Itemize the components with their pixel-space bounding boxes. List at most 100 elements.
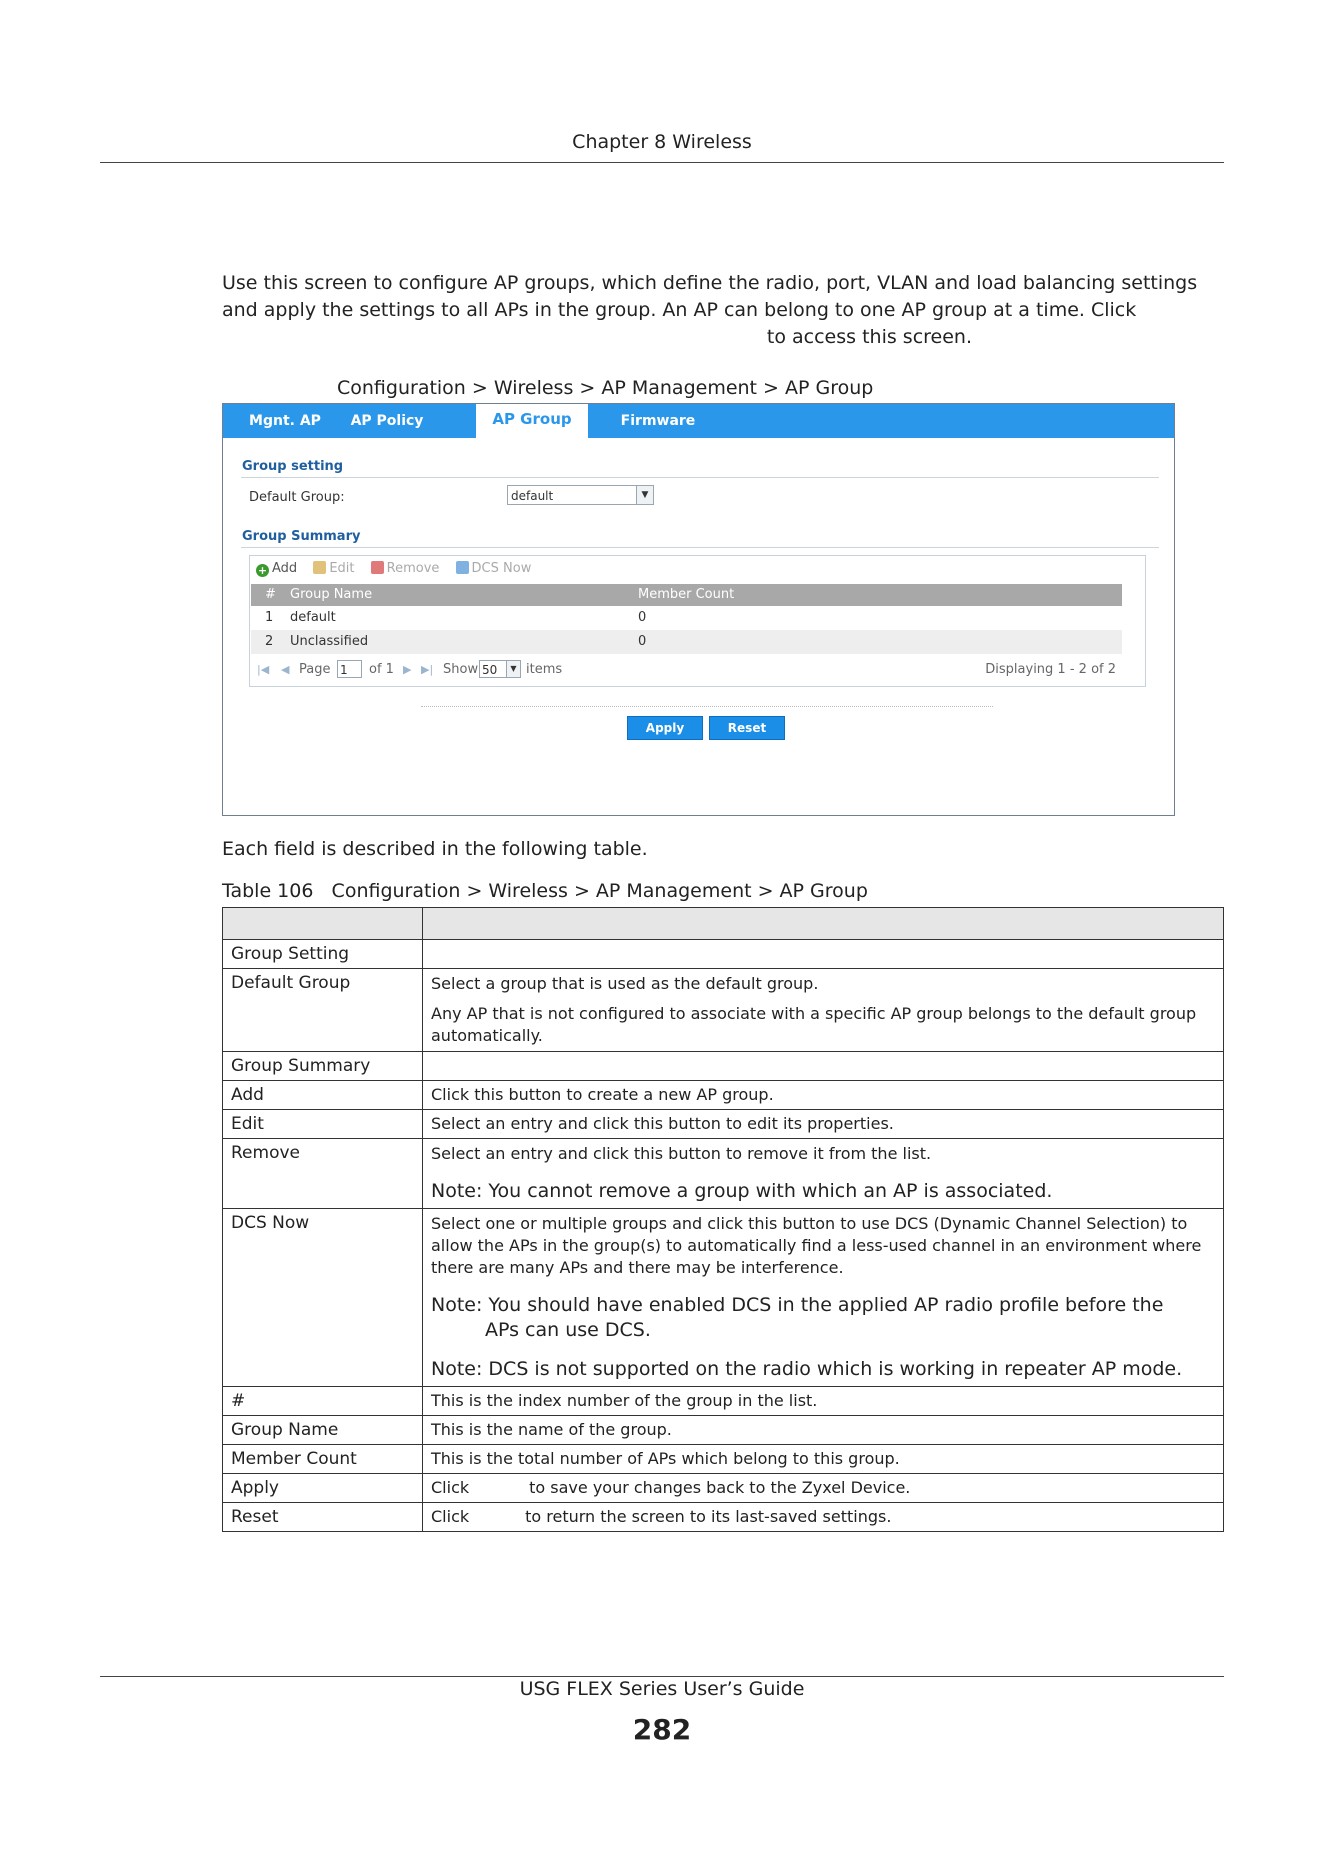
tab-ap-policy[interactable]: AP Policy xyxy=(343,404,431,438)
description-text: Select a group that is used as the defau… xyxy=(431,974,819,993)
table-row: DCS Now Select one or multiple groups an… xyxy=(222,1208,1224,1387)
ap-group-screenshot: Mgnt. AP List AP Policy AP Group Firmwar… xyxy=(222,403,1175,816)
column-header-member-count[interactable]: Member Count xyxy=(638,584,734,606)
field-label: Add xyxy=(222,1080,423,1110)
field-description-table: Group Setting Default Group Select a gro… xyxy=(222,907,1224,1532)
description-text: Click xyxy=(431,1507,470,1526)
table-intro: Each field is described in the following… xyxy=(222,838,648,860)
field-label: Group Summary xyxy=(222,1051,423,1081)
field-description xyxy=(422,1051,1224,1081)
remove-label: Remove xyxy=(386,561,440,576)
chapter-header: Chapter 8 Wireless xyxy=(572,131,752,153)
default-group-value: default xyxy=(511,489,554,503)
default-group-select[interactable]: default ▼ xyxy=(507,485,654,505)
dcs-now-label: DCS Now xyxy=(471,561,532,576)
description-text: Select one or multiple groups and click … xyxy=(431,1214,1202,1277)
row-number: 1 xyxy=(265,610,274,625)
field-description xyxy=(422,939,1224,969)
field-label: Group Setting xyxy=(222,939,423,969)
description-text: to return the screen to its last-saved s… xyxy=(525,1507,892,1526)
show-label: Show xyxy=(443,662,479,677)
reset-button[interactable]: Reset xyxy=(709,716,785,740)
first-page-icon[interactable]: |◀ xyxy=(257,658,269,682)
tab-ap-group[interactable]: AP Group xyxy=(476,404,588,438)
group-summary-grid: + Add Edit Remove DCS Now # Group Name Me… xyxy=(249,555,1146,687)
last-page-icon[interactable]: ▶| xyxy=(421,658,433,682)
field-label: Apply xyxy=(222,1473,423,1503)
table-row[interactable]: 1 default 0 xyxy=(251,606,1122,630)
table-row: Edit Select an entry and click this butt… xyxy=(222,1109,1224,1139)
table-header-row xyxy=(222,907,1224,940)
edit-button[interactable]: Edit xyxy=(313,558,355,580)
row-number: 2 xyxy=(265,634,274,649)
header-cell-description xyxy=(422,907,1224,940)
intro-line-2: and apply the settings to all APs in the… xyxy=(222,299,1137,321)
remove-button[interactable]: Remove xyxy=(370,558,440,580)
row-member-count: 0 xyxy=(638,610,647,625)
field-label: # xyxy=(222,1386,423,1416)
toolbar: + Add Edit Remove DCS Now xyxy=(256,558,543,580)
apply-button[interactable]: Apply xyxy=(627,716,703,740)
chevron-down-icon[interactable]: ▼ xyxy=(636,486,653,504)
field-description: Select an entry and click this button to… xyxy=(422,1109,1224,1139)
field-description: Click to save your changes back to the Zy… xyxy=(422,1473,1224,1503)
next-page-icon[interactable]: ▶ xyxy=(403,658,411,682)
table-row: Remove Select an entry and click this bu… xyxy=(222,1138,1224,1209)
dcs-icon xyxy=(455,561,469,574)
field-label: Remove xyxy=(222,1138,423,1209)
button-separator xyxy=(421,706,993,707)
trash-icon xyxy=(370,561,384,574)
chevron-down-icon[interactable]: ▼ xyxy=(506,661,520,677)
tab-mgnt-ap-list[interactable]: Mgnt. AP List xyxy=(237,404,333,463)
row-member-count: 0 xyxy=(638,634,647,649)
row-group-name: Unclassified xyxy=(290,634,369,649)
column-header-group-name[interactable]: Group Name xyxy=(290,584,372,606)
field-label: Member Count xyxy=(222,1444,423,1474)
field-label: Reset xyxy=(222,1502,423,1532)
edit-label: Edit xyxy=(329,561,355,576)
grid-header: # Group Name Member Count xyxy=(251,584,1122,606)
items-per-page-select[interactable]: 50 ▼ xyxy=(479,660,521,678)
table-row: Add Click this button to create a new AP… xyxy=(222,1080,1224,1110)
table-row: Group Name This is the name of the group… xyxy=(222,1415,1224,1445)
footer-guide-title: USG FLEX Series User’s Guide xyxy=(519,1678,805,1700)
description-text: Any AP that is not configured to associa… xyxy=(431,1004,1197,1045)
add-button[interactable]: + Add xyxy=(256,558,297,580)
description-text: Select an entry and click this button to… xyxy=(431,1144,932,1163)
edit-icon xyxy=(313,561,327,574)
table-row: Default Group Select a group that is use… xyxy=(222,968,1224,1052)
field-description: This is the total number of APs which be… xyxy=(422,1444,1224,1474)
table-row: Group Summary xyxy=(222,1051,1224,1081)
field-description: Click this button to create a new AP gro… xyxy=(422,1080,1224,1110)
field-description: Select one or multiple groups and click … xyxy=(422,1208,1224,1387)
intro-line-3: to access this screen. xyxy=(766,326,972,348)
page-number: 282 xyxy=(632,1713,692,1746)
table-row[interactable]: 2 Unclassified 0 xyxy=(251,630,1122,654)
column-header-number[interactable]: # xyxy=(265,584,276,606)
note-text: Note: You should have enabled DCS in the… xyxy=(431,1294,1164,1316)
page-number-input[interactable]: 1 xyxy=(337,660,362,678)
field-label: Edit xyxy=(222,1109,423,1139)
tab-firmware[interactable]: Firmware xyxy=(598,404,718,438)
field-description: This is the name of the group. xyxy=(422,1415,1224,1445)
items-label: items xyxy=(526,662,563,677)
displaying-status: Displaying 1 - 2 of 2 xyxy=(985,662,1116,677)
add-label: Add xyxy=(272,561,298,576)
add-icon: + xyxy=(256,564,269,577)
section-divider xyxy=(241,547,1159,548)
header-cell-label xyxy=(222,907,423,940)
section-divider xyxy=(241,477,1159,478)
footer-rule xyxy=(100,1676,1224,1677)
row-group-name: default xyxy=(290,610,336,625)
page-label: Page xyxy=(299,662,331,677)
note-text: Note: DCS is not supported on the radio … xyxy=(431,1358,1183,1380)
note-text-continued: APs can use DCS. xyxy=(485,1319,651,1341)
items-per-page-value: 50 xyxy=(482,663,498,677)
dcs-now-button[interactable]: DCS Now xyxy=(455,558,532,580)
figure-caption: Configuration > Wireless > AP Management… xyxy=(337,377,874,399)
intro-line-1: Use this screen to configure AP groups, … xyxy=(222,272,1198,294)
description-text: Click xyxy=(431,1478,470,1497)
prev-page-icon[interactable]: ◀ xyxy=(281,658,289,682)
table-row: Group Setting xyxy=(222,939,1224,969)
table-row: Apply Click to save your changes back to … xyxy=(222,1473,1224,1503)
